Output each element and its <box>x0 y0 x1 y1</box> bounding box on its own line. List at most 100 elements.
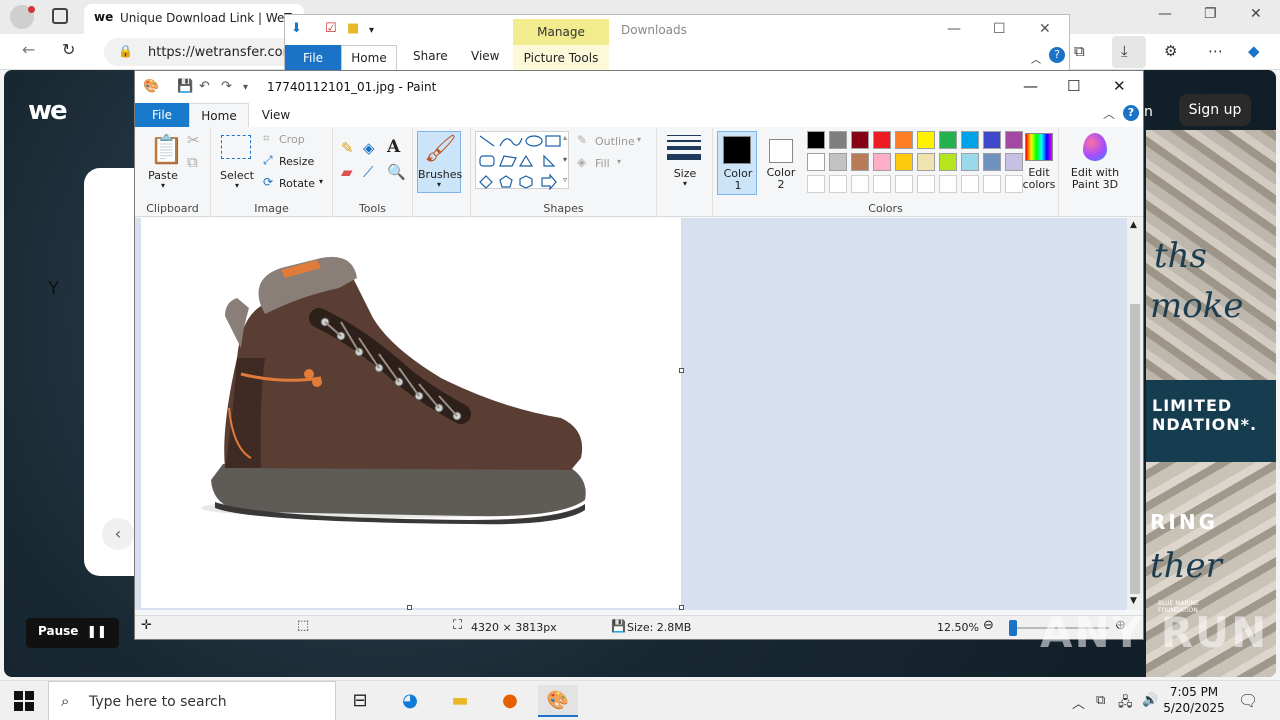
qa-customize-icon[interactable]: ▾ <box>369 25 374 36</box>
palette-swatch[interactable] <box>873 153 891 171</box>
canvas-resize-handle-bottom[interactable] <box>407 605 412 610</box>
canvas-workspace[interactable] <box>135 218 1127 610</box>
palette-swatch[interactable] <box>851 153 869 171</box>
explorer-minimize-icon[interactable]: — <box>947 21 961 37</box>
explorer-ribbon-collapse-icon[interactable]: ︿ <box>1031 51 1041 66</box>
outline-button[interactable]: Outline <box>595 135 635 148</box>
more-menu-icon[interactable]: ⋯ <box>1208 42 1223 60</box>
browser-restore-icon[interactable]: ❐ <box>1204 6 1217 22</box>
palette-swatch[interactable] <box>939 153 957 171</box>
ribbon-collapse-icon[interactable]: ︿ <box>1103 105 1115 122</box>
taskbar-search-box[interactable]: ⌕ Type here to search <box>48 681 336 720</box>
paint-tab-file[interactable]: File <box>135 103 189 127</box>
size-button[interactable]: Size ▾ <box>663 131 707 195</box>
browser-minimize-icon[interactable]: — <box>1158 6 1172 22</box>
palette-swatch[interactable] <box>829 153 847 171</box>
downloads-button[interactable] <box>1112 36 1146 68</box>
palette-custom-slot[interactable] <box>983 175 1001 193</box>
paint-help-icon[interactable]: ? <box>1123 105 1139 121</box>
palette-custom-slot[interactable] <box>939 175 957 193</box>
image-canvas[interactable] <box>141 218 681 608</box>
notifications-icon[interactable]: 🗨 <box>1238 691 1258 710</box>
tray-overflow-icon[interactable]: ︿ <box>1072 693 1085 712</box>
palette-swatch[interactable] <box>873 131 891 149</box>
palette-swatch[interactable] <box>917 153 935 171</box>
start-button[interactable] <box>14 691 34 711</box>
explorer-tab-home[interactable]: Home <box>341 45 397 71</box>
paint-app-icon[interactable]: 🎨 <box>143 79 159 94</box>
network-icon[interactable]: 🖧 <box>1118 693 1133 715</box>
save-icon[interactable]: 💾 <box>177 79 193 94</box>
shapes-scroll-up-icon[interactable]: ▴ <box>563 133 567 142</box>
paint-minimize-icon[interactable]: — <box>1023 77 1038 95</box>
extensions-icon[interactable]: ⚙ <box>1164 42 1177 60</box>
color1-button[interactable]: Color 1 <box>717 131 757 195</box>
palette-swatch[interactable] <box>807 131 825 149</box>
login-link[interactable]: n <box>1144 104 1153 120</box>
rotate-button[interactable]: Rotate <box>279 177 315 190</box>
color2-button[interactable]: Color 2 <box>761 131 801 195</box>
zoom-slider-thumb[interactable] <box>1009 620 1017 636</box>
qa-customize-icon[interactable]: ▾ <box>243 82 248 93</box>
pencil-icon[interactable]: ✎ <box>341 139 354 157</box>
scroll-up-icon[interactable]: ▲ <box>1130 220 1137 230</box>
browser-close-icon[interactable]: ✕ <box>1250 6 1262 22</box>
volume-icon[interactable]: 🔊 <box>1142 693 1158 708</box>
fill-button[interactable]: Fill <box>595 157 610 170</box>
refresh-icon[interactable]: ↻ <box>62 40 75 59</box>
wetransfer-logo[interactable]: we <box>28 96 68 126</box>
tray-device-icon[interactable]: ⧉ <box>1096 693 1105 708</box>
scrollbar-thumb[interactable] <box>1130 304 1140 594</box>
paint-close-icon[interactable]: ✕ <box>1113 77 1126 95</box>
explorer-close-icon[interactable]: ✕ <box>1039 21 1051 37</box>
text-tool-icon[interactable]: A <box>387 137 400 157</box>
palette-custom-slot[interactable] <box>829 175 847 193</box>
signup-button[interactable]: Sign up <box>1179 94 1251 126</box>
palette-swatch[interactable] <box>961 131 979 149</box>
ad-banner-band[interactable]: LIMITED NDATION*. <box>1146 380 1276 462</box>
palette-swatch[interactable] <box>851 131 869 149</box>
collections-icon[interactable]: ⧉ <box>1074 42 1085 60</box>
back-icon[interactable]: ← <box>22 40 35 59</box>
shapes-more-icon[interactable]: ▿ <box>563 175 567 184</box>
canvas-resize-handle-corner[interactable] <box>679 605 684 610</box>
pause-button[interactable]: Pause ❚❚ <box>26 618 119 648</box>
paint-maximize-icon[interactable]: ☐ <box>1067 77 1080 95</box>
redo-icon[interactable]: ↷ <box>221 79 232 94</box>
browser-tab-wetransfer[interactable]: we Unique Download Link | WeTransfer <box>84 4 304 34</box>
shapes-gallery[interactable] <box>475 131 569 191</box>
file-explorer-icon[interactable]: ▬ <box>440 685 480 717</box>
explorer-down-arrow-icon[interactable]: ⬇ <box>291 21 302 36</box>
paint-tab-home[interactable]: Home <box>189 103 249 127</box>
task-view-icon[interactable]: ⊟ <box>340 685 380 717</box>
edit-with-paint3d-button[interactable]: Edit with Paint 3D <box>1067 131 1123 195</box>
explorer-maximize-icon[interactable]: ☐ <box>993 21 1006 37</box>
resize-button[interactable]: Resize <box>279 155 314 168</box>
taskbar-clock[interactable]: 7:05 PM 5/20/2025 <box>1162 684 1226 716</box>
shapes-scroll-down-icon[interactable]: ▾ <box>563 155 567 164</box>
palette-swatch[interactable] <box>917 131 935 149</box>
crop-button[interactable]: Crop <box>279 133 305 146</box>
manage-context-tab[interactable]: Manage <box>513 19 609 45</box>
paint-taskbar-icon[interactable]: 🎨 <box>538 685 578 717</box>
palette-swatch[interactable] <box>829 131 847 149</box>
canvas-vertical-scrollbar[interactable]: ▲ ▼ <box>1127 218 1143 610</box>
palette-custom-slot[interactable] <box>807 175 825 193</box>
palette-swatch[interactable] <box>895 131 913 149</box>
new-folder-icon[interactable]: ■ <box>347 21 359 36</box>
palette-custom-slot[interactable] <box>851 175 869 193</box>
zoom-out-icon[interactable]: ⊖ <box>983 618 994 633</box>
explorer-help-icon[interactable]: ? <box>1049 47 1065 63</box>
palette-custom-slot[interactable] <box>895 175 913 193</box>
explorer-tab-file[interactable]: File <box>285 45 341 71</box>
palette-swatch[interactable] <box>983 153 1001 171</box>
palette-swatch[interactable] <box>983 131 1001 149</box>
canvas-resize-handle-right[interactable] <box>679 368 684 373</box>
outline-dropdown-icon[interactable]: ▾ <box>637 135 641 144</box>
palette-custom-slot[interactable] <box>961 175 979 193</box>
copilot-icon[interactable]: ◆ <box>1248 42 1260 60</box>
tab-actions-icon[interactable] <box>52 8 68 24</box>
rotate-dropdown-icon[interactable]: ▾ <box>319 177 323 186</box>
fill-dropdown-icon[interactable]: ▾ <box>617 157 621 166</box>
brushes-button[interactable]: 🖌 Brushes ▾ <box>417 131 462 193</box>
